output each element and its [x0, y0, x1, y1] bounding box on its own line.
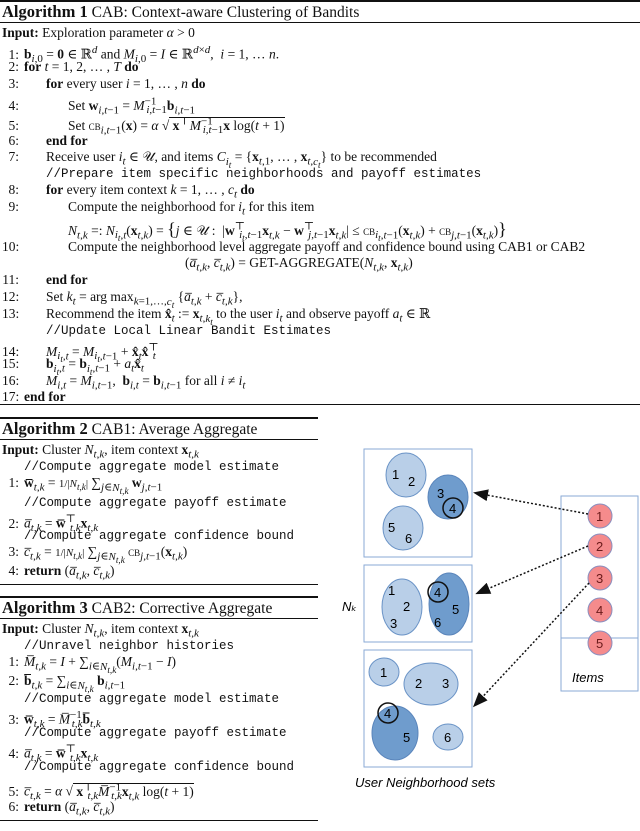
item-4: 4 — [587, 597, 613, 623]
input-label: Input: — [2, 442, 39, 457]
alg1-bottom-rule — [0, 404, 640, 405]
item-circle — [587, 533, 613, 559]
alg1-line-11: 11: end for — [2, 272, 88, 287]
user-label: 3 — [390, 616, 397, 631]
alg1-input: Input: Exploration parameter α > 0 — [2, 25, 195, 40]
item-circle — [587, 597, 613, 623]
neighborhood-caption: User Neighborhood sets — [355, 775, 496, 790]
user-label: 2 — [403, 599, 410, 614]
user-label: 5 — [403, 730, 410, 745]
items-frame — [560, 495, 639, 639]
item-circle — [587, 630, 613, 656]
alg2-comment-2: //Compute aggregate payoff estimate — [24, 496, 287, 510]
alg1-title: CAB: Context-aware Clustering of Bandits — [91, 4, 360, 21]
user-label: 1 — [392, 467, 399, 482]
user-label: 5 — [388, 520, 395, 535]
item-label: 2 — [596, 539, 603, 554]
item-5: 5 — [587, 630, 613, 656]
panel-1-frame — [363, 448, 473, 558]
alg3-comment-4: //Compute aggregate confidence bound — [24, 760, 295, 774]
item-label: 5 — [596, 636, 603, 651]
alg1-label: Algorithm 1 — [2, 2, 88, 21]
alg1-comment-2: //Update Local Linear Bandit Estimates — [46, 324, 332, 338]
user-label: 6 — [405, 531, 412, 546]
panel-3-cluster-6 — [432, 723, 464, 751]
alg2-comment-3: //Compute aggregate confidence bound — [24, 529, 295, 543]
user-label: 2 — [408, 474, 415, 489]
items-panel: 1 2 3 4 5 Items — [560, 495, 639, 685]
user-label: 2 — [415, 676, 422, 691]
alg1-line-6: 6: end for — [8, 133, 88, 148]
panel-2-target-ring — [427, 581, 449, 603]
item-circle — [587, 503, 613, 529]
alg3-comment-3: //Compute aggregate payoff estimate — [24, 726, 287, 740]
panel-1-target-ring — [442, 497, 464, 519]
alg1-line-10-formula: (a̅t,k, c̅t,k) = GET-AGGREGATE(Nt,k, xt,… — [185, 255, 413, 274]
user-label: 4 — [449, 501, 456, 516]
user-label: 1 — [388, 583, 395, 598]
item-label: 4 — [596, 603, 603, 618]
neighborhood-panel-2: 1 2 3 4 5 6 — [363, 564, 473, 643]
user-label: 4 — [434, 585, 441, 600]
alg2-header: Algorithm 2 CAB1: Average Aggregate — [2, 419, 257, 439]
alg1-header: Algorithm 1 CAB: Context-aware Clusterin… — [2, 2, 359, 22]
panel-3-frame — [363, 649, 473, 768]
alg3-bottom-rule — [0, 820, 318, 821]
alg1-comment-1: //Prepare item specific neighborhoods an… — [46, 167, 482, 181]
alg2-header-rule — [0, 439, 318, 440]
items-frame-outline — [560, 495, 639, 692]
user-label: 5 — [452, 602, 459, 617]
alg1-line-2: 2: for t = 1, 2, … , T do — [8, 59, 139, 74]
arrow-item3-to-panel3 — [472, 582, 590, 708]
user-label: 3 — [437, 486, 444, 501]
alg2-label: Algorithm 2 — [2, 419, 88, 438]
arrow-item2-to-panel2 — [475, 545, 589, 595]
panel-3-cluster-1 — [368, 657, 400, 687]
alg2-title: CAB1: Average Aggregate — [91, 421, 258, 438]
alg3-comment-2: //Compute aggregate model estimate — [24, 692, 280, 706]
panel-2-frame — [363, 564, 473, 643]
nk-label: Nₖ — [342, 599, 357, 614]
input-label: Input: — [2, 621, 39, 636]
alg3-header-rule — [0, 618, 318, 619]
neighborhood-panel-1: 1 2 3 4 5 6 — [363, 448, 473, 558]
alg3-header: Algorithm 3 CAB2: Corrective Aggregate — [2, 598, 272, 618]
user-label: 3 — [442, 676, 449, 691]
alg2-comment-1: //Compute aggregate model estimate — [24, 460, 280, 474]
alg3-label: Algorithm 3 — [2, 598, 88, 617]
item-label: 1 — [596, 509, 603, 524]
alg2-bottom-rule — [0, 584, 318, 585]
panel-3-target-ring — [377, 702, 399, 724]
alg1-line-10: 10: Compute the neighborhood level aggreg… — [2, 239, 586, 254]
item-1: 1 — [587, 503, 613, 529]
arrow-item1-to-panel1 — [473, 489, 589, 515]
user-label: 6 — [444, 730, 451, 745]
items-caption: Items — [572, 670, 604, 685]
input-label: Input: — [2, 25, 39, 40]
alg1-line-3: 3: for every user i = 1, … , n do — [8, 76, 206, 91]
alg3-comment-1: //Unravel neighbor histories — [24, 639, 235, 653]
panel-3-cluster-45 — [371, 705, 419, 761]
user-label: 6 — [434, 615, 441, 630]
alg3-title: CAB2: Corrective Aggregate — [91, 600, 273, 617]
panel-3-cluster-23 — [403, 662, 459, 706]
user-label: 4 — [384, 706, 391, 721]
panel-2-cluster-456 — [428, 572, 470, 636]
alg1-line-17: 17: end for — [2, 389, 66, 404]
item-circle — [587, 565, 613, 591]
item-3: 3 — [587, 565, 613, 591]
user-label: 1 — [380, 665, 387, 680]
item-2: 2 — [587, 533, 613, 559]
panel-2-cluster-123 — [381, 578, 423, 636]
alg2-line-4: 4: return (a̅t,k, c̅t,k) — [8, 563, 115, 582]
panel-1-cluster-34 — [427, 474, 469, 520]
alg3-line-6: 6: return (a̅t,k, c̅t,k) — [8, 799, 115, 818]
neighborhood-panel-3: 1 2 3 4 5 6 — [363, 649, 473, 768]
alg1-line-9: 9: Compute the neighborhood for it for th… — [8, 199, 315, 218]
item-label: 3 — [596, 571, 603, 586]
panel-1-cluster-12 — [385, 452, 427, 498]
panel-1-cluster-56 — [382, 505, 424, 551]
alg1-header-rule — [0, 22, 640, 23]
